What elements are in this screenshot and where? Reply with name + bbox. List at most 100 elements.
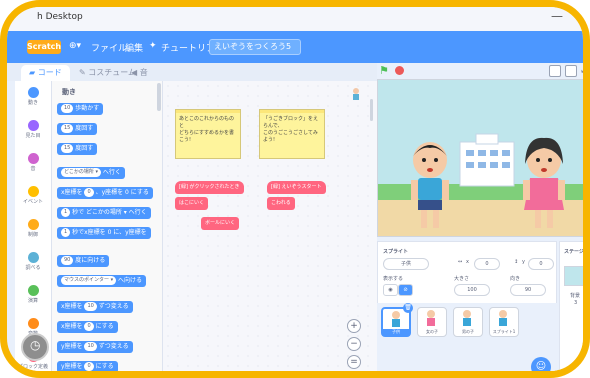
y-arrow-icon: ↕ bbox=[514, 259, 519, 265]
palette-scrollbar[interactable] bbox=[157, 83, 161, 111]
zoom-in-button[interactable]: + bbox=[347, 319, 361, 333]
category-item[interactable]: 動き bbox=[15, 87, 51, 106]
menu-edit[interactable]: 編集 bbox=[125, 41, 143, 54]
show-visible-eye-icon[interactable]: ◉ bbox=[383, 284, 398, 296]
category-label: 見た目 bbox=[25, 133, 41, 139]
block-input[interactable]: 0 bbox=[84, 362, 94, 371]
code-workspace[interactable]: あとこのこれからのものと どちらにすすめるかを書こう! 「うごきブロック」をえら… bbox=[163, 81, 377, 371]
show-hidden-eye-icon[interactable]: ⊘ bbox=[398, 284, 413, 296]
block-text: 度回す bbox=[75, 145, 94, 152]
category-label: 動き bbox=[27, 100, 38, 106]
app-window: h Desktop — Scratch ⊕▾ ファイル 編集 ✦ チュートリアル… bbox=[0, 0, 590, 378]
workspace-scrollbar[interactable] bbox=[370, 99, 373, 121]
delete-sprite-icon[interactable]: 🗑 bbox=[403, 303, 413, 313]
category-item[interactable]: 演算 bbox=[15, 285, 51, 304]
x-input[interactable]: 0 bbox=[474, 258, 500, 270]
small-stage-button[interactable] bbox=[549, 65, 561, 77]
add-sprite-button[interactable]: ☺ bbox=[531, 357, 551, 371]
motion-block[interactable]: 90 度に向ける bbox=[57, 255, 110, 267]
size-input[interactable]: 100 bbox=[454, 284, 490, 296]
category-item[interactable]: 調べる bbox=[15, 252, 51, 271]
block-input[interactable]: 0 bbox=[84, 188, 94, 197]
script-block-1[interactable]: はこにいく bbox=[175, 197, 209, 210]
block-input[interactable]: 10 bbox=[61, 104, 74, 113]
tab-costume[interactable]: ✎ コスチューム bbox=[79, 65, 136, 81]
motion-block[interactable]: 15 度回す bbox=[57, 143, 98, 155]
sprite-name-input[interactable]: 子供 bbox=[383, 258, 429, 270]
sprite-figure-icon bbox=[427, 310, 435, 326]
stop-button[interactable] bbox=[395, 66, 404, 75]
tab-code[interactable]: ▰ コード bbox=[21, 65, 70, 81]
scratch-logo[interactable]: Scratch bbox=[27, 40, 61, 54]
motion-block[interactable]: マウスのポインター ▾ へ向ける bbox=[57, 275, 147, 287]
stage-canvas[interactable] bbox=[377, 79, 583, 237]
minimize-button[interactable]: — bbox=[551, 9, 563, 23]
fullscreen-icon[interactable]: ⤢ bbox=[581, 65, 583, 75]
sprite-thumbnail-label: 女の子 bbox=[426, 329, 438, 334]
motion-block[interactable]: x座標を 0 にする bbox=[57, 321, 118, 333]
backdrop-thumbnail[interactable] bbox=[564, 266, 583, 286]
category-color-icon bbox=[27, 252, 39, 263]
block-input[interactable]: どこかの場所 ▾ bbox=[61, 168, 101, 177]
zoom-out-button[interactable]: − bbox=[347, 337, 361, 351]
category-item[interactable]: 音 bbox=[15, 153, 51, 172]
lightbulb-icon: ✦ bbox=[149, 41, 157, 51]
block-text: 秒で どこかの場所 ▾ へ行く bbox=[72, 209, 147, 216]
block-text: y座標を bbox=[61, 343, 83, 350]
block-text: x座標を bbox=[61, 303, 83, 310]
category-item[interactable]: 見た目 bbox=[15, 120, 51, 139]
block-input[interactable]: 90 bbox=[61, 256, 74, 265]
block-input[interactable]: 0 bbox=[84, 322, 94, 331]
block-text: へ行く bbox=[102, 169, 121, 176]
motion-block[interactable]: どこかの場所 ▾ へ行く bbox=[57, 167, 125, 179]
block-text: にする bbox=[95, 363, 114, 370]
sprite-thumbnail[interactable]: スプライト1 bbox=[489, 307, 519, 337]
y-label: y bbox=[522, 259, 525, 265]
motion-block[interactable]: 1 秒で どこかの場所 ▾ へ行く bbox=[57, 207, 151, 219]
block-input[interactable]: 1 bbox=[61, 208, 71, 217]
comment-note-2[interactable]: 「うごきブロック」をえらんで、 このうごこうごさしてみよう! bbox=[259, 109, 325, 159]
category-item[interactable]: イベント bbox=[15, 186, 51, 205]
add-backdrop-button[interactable]: ▣ bbox=[573, 357, 588, 372]
block-text: 度に向ける bbox=[75, 257, 106, 264]
y-input[interactable]: 0 bbox=[528, 258, 554, 270]
block-text: 、y座標を 0 にする bbox=[95, 189, 149, 196]
category-label: 調べる bbox=[25, 265, 41, 271]
project-title-input[interactable]: えいぞうをつくろう5 bbox=[209, 39, 301, 55]
block-input[interactable]: 1 bbox=[61, 228, 71, 237]
motion-block[interactable]: x座標を 0 、y座標を 0 にする bbox=[57, 187, 153, 199]
event-block-1[interactable]: [緑] がクリックされたとき bbox=[175, 181, 244, 194]
image-icon: ▣ bbox=[578, 361, 588, 372]
category-label: 制御 bbox=[27, 232, 38, 238]
category-item[interactable]: 制御 bbox=[15, 219, 51, 238]
motion-block[interactable]: y座標を 0 にする bbox=[57, 361, 118, 371]
tab-sound[interactable]: ◀ 音 bbox=[131, 65, 148, 81]
block-input[interactable]: 10 bbox=[84, 342, 97, 351]
note-1-text: あとこのこれからのものと どちらにすすめるかを書こう! bbox=[179, 116, 235, 143]
menu-file[interactable]: ファイル bbox=[91, 41, 127, 54]
block-input[interactable]: マウスのポインター ▾ bbox=[61, 276, 117, 285]
motion-block[interactable]: 10 歩動かす bbox=[57, 103, 104, 115]
script-block-2[interactable]: こわれる bbox=[267, 197, 295, 210]
green-flag-icon[interactable]: ⚑ bbox=[379, 65, 389, 76]
extension-button[interactable]: ◷ bbox=[21, 333, 49, 361]
block-input[interactable]: 15 bbox=[61, 124, 74, 133]
block-text: 度回す bbox=[75, 125, 94, 132]
motion-block[interactable]: 15 度回す bbox=[57, 123, 98, 135]
motion-block[interactable]: 1 秒でx座標を 0 に、y座標を bbox=[57, 227, 151, 239]
sprite-thumbnail[interactable]: 男の子 bbox=[453, 307, 483, 337]
motion-block[interactable]: y座標を 10 ずつ変える bbox=[57, 341, 133, 353]
globe-icon[interactable]: ⊕▾ bbox=[69, 41, 81, 51]
sprite-thumbnail-label: スプライト1 bbox=[492, 329, 516, 334]
show-label: 表示する bbox=[383, 276, 404, 282]
block-input[interactable]: 15 bbox=[61, 144, 74, 153]
large-stage-button[interactable] bbox=[565, 65, 577, 77]
block-input[interactable]: 10 bbox=[84, 302, 97, 311]
zoom-reset-button[interactable]: = bbox=[347, 355, 361, 369]
comment-note-1[interactable]: あとこのこれからのものと どちらにすすめるかを書こう! bbox=[175, 109, 241, 159]
direction-input[interactable]: 90 bbox=[510, 284, 546, 296]
loose-block[interactable]: ボールにいく bbox=[201, 217, 240, 230]
event-block-2[interactable]: [緑] えいぞうスタート bbox=[267, 181, 326, 194]
motion-block[interactable]: x座標を 10 ずつ変える bbox=[57, 301, 133, 313]
sprite-thumbnail[interactable]: 女の子 bbox=[417, 307, 447, 337]
